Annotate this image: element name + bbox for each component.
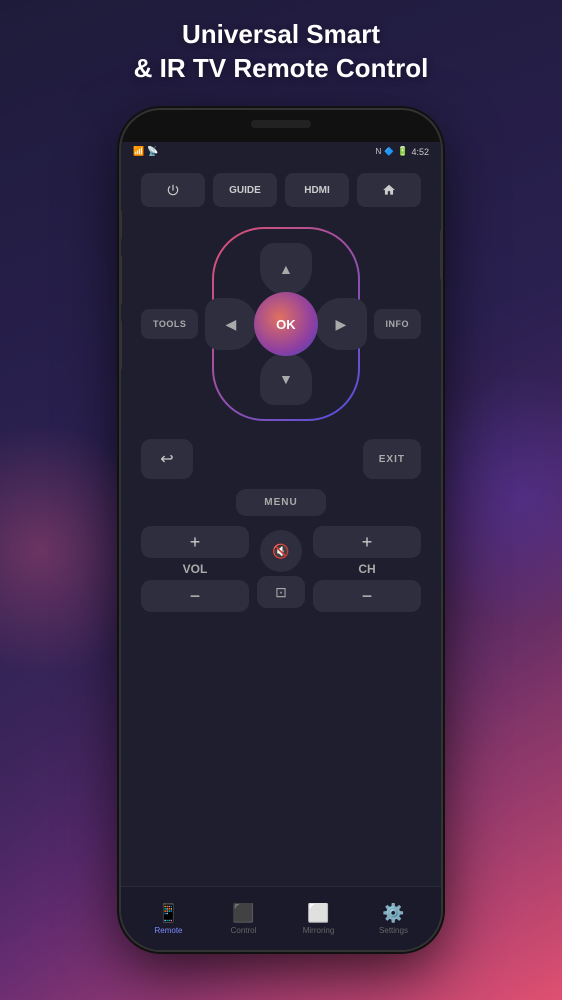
ch-minus-button[interactable]: −: [313, 580, 421, 612]
phone-notch: [121, 110, 441, 142]
ch-label: CH: [358, 562, 375, 576]
title-area: Universal Smart & IR TV Remote Control: [0, 18, 562, 86]
dpad-section: TOOLS ▲ ▼ ◀: [141, 219, 421, 429]
remote-nav-icon: 📱: [157, 903, 179, 924]
nav-item-control[interactable]: ⬛ Control: [206, 903, 281, 935]
sim-icon: 📶: [133, 146, 144, 157]
mute-button[interactable]: 🔇: [260, 530, 302, 572]
dpad-cross: ▲ ▼ ◀ ▶ OK: [201, 239, 371, 409]
ch-group: + CH −: [313, 526, 421, 612]
power-icon: [166, 183, 180, 197]
bottom-nav: 📱 Remote ⬛ Control ⬜ Mirroring ⚙️ Settin…: [121, 886, 441, 950]
home-icon: [382, 183, 396, 197]
menu-row: MENU: [141, 489, 421, 516]
down-arrow-icon: ▼: [279, 371, 293, 387]
back-exit-row: ↩ EXIT: [141, 439, 421, 479]
right-arrow-icon: ▶: [336, 316, 347, 333]
bluetooth-icon: 🔷: [384, 147, 394, 156]
dpad-container: ▲ ▼ ◀ ▶ OK: [214, 229, 357, 419]
source-icon: ⊡: [275, 584, 287, 601]
remote-body: GUIDE HDMI TOOLS ▲: [121, 161, 441, 886]
top-buttons-row: GUIDE HDMI: [141, 173, 421, 207]
phone-screen: 📶 📡 N 🔷 🔋 4:52 GUIDE HDMI: [121, 142, 441, 950]
tools-button[interactable]: TOOLS: [141, 309, 198, 339]
guide-button[interactable]: GUIDE: [213, 173, 277, 207]
control-nav-label: Control: [231, 926, 257, 935]
control-nav-icon: ⬛: [232, 903, 254, 924]
mirroring-nav-label: Mirroring: [303, 926, 335, 935]
status-right: N 🔷 🔋 4:52: [376, 146, 430, 157]
nav-item-settings[interactable]: ⚙️ Settings: [356, 903, 431, 935]
vol-plus-button[interactable]: +: [141, 526, 249, 558]
back-icon: ↩: [160, 449, 173, 469]
nav-item-remote[interactable]: 📱 Remote: [131, 903, 206, 935]
wifi-icon: 📡: [147, 146, 158, 157]
right-side-buttons: INFO: [374, 309, 422, 339]
dpad-up-button[interactable]: ▲: [260, 243, 312, 295]
status-left: 📶 📡: [133, 146, 158, 157]
app-title: Universal Smart & IR TV Remote Control: [0, 18, 562, 86]
status-bar: 📶 📡 N 🔷 🔋 4:52: [121, 142, 441, 161]
left-side-buttons: TOOLS: [141, 309, 198, 339]
dpad-ok-button[interactable]: OK: [254, 292, 318, 356]
dpad-right-button[interactable]: ▶: [315, 298, 367, 350]
phone-side-left-mid-button: [121, 255, 122, 305]
nav-item-mirroring[interactable]: ⬜ Mirroring: [281, 903, 356, 935]
remote-nav-label: Remote: [154, 926, 182, 935]
home-button[interactable]: [357, 173, 421, 207]
mirroring-nav-icon: ⬜: [307, 903, 329, 924]
dpad-left-button[interactable]: ◀: [205, 298, 257, 350]
menu-button[interactable]: MENU: [236, 489, 325, 516]
exit-button[interactable]: EXIT: [363, 439, 421, 479]
nfc-icon: N: [376, 147, 382, 156]
back-button[interactable]: ↩: [141, 439, 193, 479]
ch-plus-button[interactable]: +: [313, 526, 421, 558]
phone-side-left-bot-button: [121, 320, 122, 370]
up-arrow-icon: ▲: [279, 261, 293, 277]
phone-side-right-button: [440, 230, 441, 280]
settings-nav-label: Settings: [379, 926, 408, 935]
battery-icon: 🔋: [397, 146, 408, 157]
source-button[interactable]: ⊡: [257, 576, 305, 608]
time-display: 4:52: [411, 147, 429, 157]
vol-minus-button[interactable]: −: [141, 580, 249, 612]
mute-icon: 🔇: [272, 543, 289, 560]
vol-ch-section: + VOL − 🔇 ⊡ + CH −: [141, 526, 421, 612]
ok-label: OK: [276, 317, 296, 332]
left-arrow-icon: ◀: [226, 316, 237, 333]
center-group: 🔇 ⊡: [257, 530, 305, 608]
vol-group: + VOL −: [141, 526, 249, 612]
vol-label: VOL: [183, 562, 208, 576]
power-button[interactable]: [141, 173, 205, 207]
settings-nav-icon: ⚙️: [382, 903, 404, 924]
front-camera: [251, 120, 311, 128]
phone-shell: 📶 📡 N 🔷 🔋 4:52 GUIDE HDMI: [121, 110, 441, 950]
hdmi-button[interactable]: HDMI: [285, 173, 349, 207]
dpad-down-button[interactable]: ▼: [260, 353, 312, 405]
phone-side-left-top-button: [121, 210, 122, 240]
info-button[interactable]: INFO: [374, 309, 422, 339]
